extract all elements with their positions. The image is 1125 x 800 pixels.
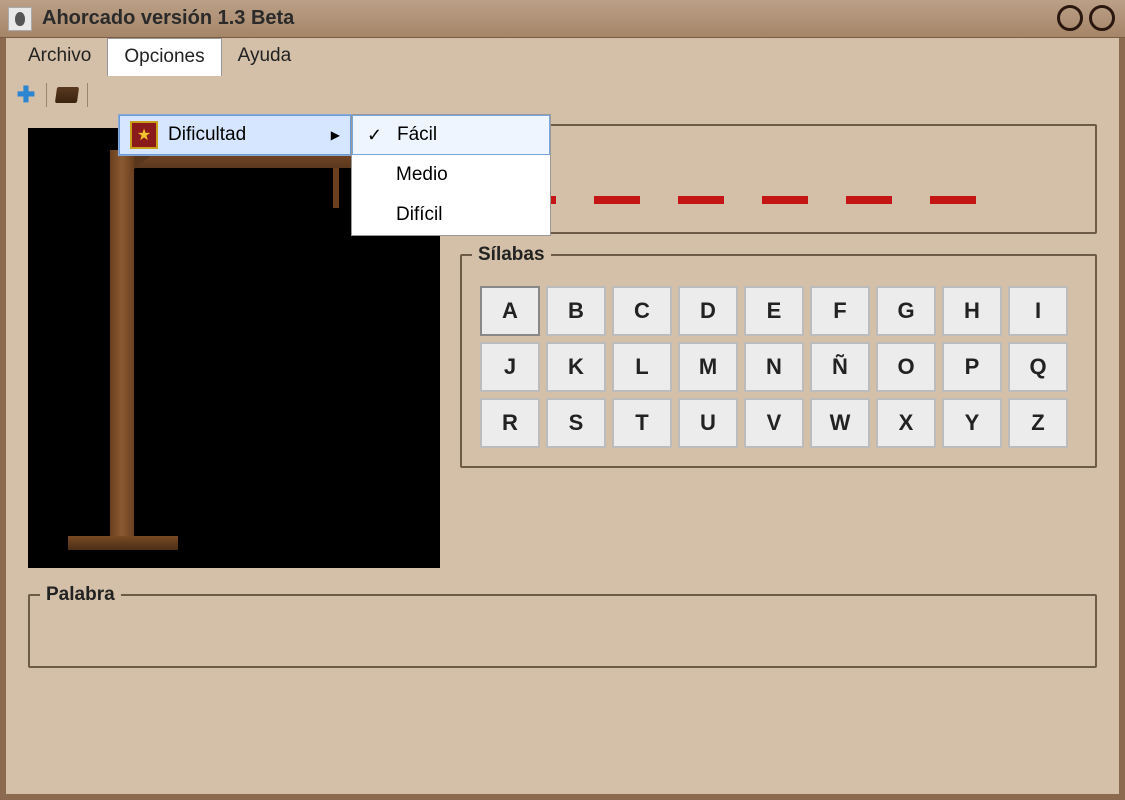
add-icon[interactable]: ✚ bbox=[14, 83, 38, 107]
book-icon[interactable] bbox=[55, 83, 79, 107]
palabra-group: Palabra bbox=[28, 594, 1097, 668]
word-slot bbox=[846, 196, 892, 204]
letter-button-c[interactable]: C bbox=[612, 286, 672, 336]
letter-button-j[interactable]: J bbox=[480, 342, 540, 392]
menu-archivo[interactable]: Archivo bbox=[12, 38, 107, 76]
letter-button-d[interactable]: D bbox=[678, 286, 738, 336]
letter-button-a[interactable]: A bbox=[480, 286, 540, 336]
word-slots bbox=[480, 156, 1077, 204]
minimize-button[interactable] bbox=[1057, 5, 1083, 31]
letter-grid: ABCDEFGHI JKLMNÑOPQ RSTUVWXYZ bbox=[480, 286, 1077, 448]
letter-button-i[interactable]: I bbox=[1008, 286, 1068, 336]
opciones-dropdown: ★ Dificultad ▶ bbox=[118, 114, 352, 156]
letter-button-n[interactable]: N bbox=[744, 342, 804, 392]
content-area: s Sílabas ABCDEFGHI JKLMNÑOPQ RSTUVWXYZ bbox=[6, 114, 1119, 578]
letter-button-q[interactable]: Q bbox=[1008, 342, 1068, 392]
letter-button-b[interactable]: B bbox=[546, 286, 606, 336]
maximize-button[interactable] bbox=[1089, 5, 1115, 31]
letter-button-m[interactable]: M bbox=[678, 342, 738, 392]
letter-button-o[interactable]: O bbox=[876, 342, 936, 392]
dificultad-label: Dificultad bbox=[168, 124, 246, 146]
difficulty-medio[interactable]: Medio bbox=[352, 155, 550, 195]
difficulty-medio-label: Medio bbox=[396, 164, 448, 186]
word-slot bbox=[930, 196, 976, 204]
window-body: Archivo Opciones Ayuda ✚ ★ Dificultad ▶ … bbox=[0, 38, 1125, 800]
letter-button-w[interactable]: W bbox=[810, 398, 870, 448]
difficulty-facil-label: Fácil bbox=[397, 124, 437, 146]
letter-button-s[interactable]: S bbox=[546, 398, 606, 448]
toolbar: ✚ bbox=[6, 76, 1119, 114]
difficulty-dificil[interactable]: Difícil bbox=[352, 195, 550, 235]
app-icon bbox=[8, 7, 32, 31]
menubar: Archivo Opciones Ayuda bbox=[6, 38, 1119, 76]
word-slot bbox=[594, 196, 640, 204]
window-controls bbox=[1057, 5, 1115, 31]
letter-button-x[interactable]: X bbox=[876, 398, 936, 448]
word-slot bbox=[762, 196, 808, 204]
gallows-pole bbox=[110, 150, 134, 550]
letter-button-p[interactable]: P bbox=[942, 342, 1002, 392]
toolbar-separator bbox=[46, 83, 47, 107]
letter-button-l[interactable]: L bbox=[612, 342, 672, 392]
menu-item-dificultad[interactable]: ★ Dificultad ▶ bbox=[119, 115, 351, 155]
letter-button-h[interactable]: H bbox=[942, 286, 1002, 336]
difficulty-facil[interactable]: ✓ Fácil bbox=[352, 115, 550, 155]
toolbar-separator bbox=[87, 83, 88, 107]
right-column: s Sílabas ABCDEFGHI JKLMNÑOPQ RSTUVWXYZ bbox=[460, 124, 1097, 568]
silabas-group: Sílabas ABCDEFGHIJKLMNÑOPQRSTUVWXYZ bbox=[460, 254, 1097, 468]
letters-group: s bbox=[460, 124, 1097, 234]
word-slot bbox=[678, 196, 724, 204]
gallows-base bbox=[68, 536, 178, 550]
dificultad-submenu: ✓ Fácil Medio Difícil bbox=[351, 114, 551, 236]
letter-button-z[interactable]: Z bbox=[1008, 398, 1068, 448]
window-title: Ahorcado versión 1.3 Beta bbox=[42, 7, 294, 30]
star-icon: ★ bbox=[130, 121, 158, 149]
letter-button-t[interactable]: T bbox=[612, 398, 672, 448]
menu-opciones[interactable]: Opciones bbox=[107, 38, 221, 76]
submenu-arrow-icon: ▶ bbox=[331, 128, 340, 142]
check-icon: ✓ bbox=[367, 125, 382, 146]
letter-button-f[interactable]: F bbox=[810, 286, 870, 336]
menu-ayuda[interactable]: Ayuda bbox=[222, 38, 308, 76]
letter-button-r[interactable]: R bbox=[480, 398, 540, 448]
palabra-group-label: Palabra bbox=[40, 584, 121, 606]
silabas-group-label: Sílabas bbox=[472, 244, 551, 266]
titlebar: Ahorcado versión 1.3 Beta bbox=[0, 0, 1125, 38]
letter-button-y[interactable]: Y bbox=[942, 398, 1002, 448]
letter-button-u[interactable]: U bbox=[678, 398, 738, 448]
gallows-rope bbox=[333, 168, 339, 208]
letter-button-k[interactable]: K bbox=[546, 342, 606, 392]
letter-button-g[interactable]: G bbox=[876, 286, 936, 336]
letter-button-ñ[interactable]: Ñ bbox=[810, 342, 870, 392]
difficulty-dificil-label: Difícil bbox=[396, 204, 442, 226]
letter-button-e[interactable]: E bbox=[744, 286, 804, 336]
letter-button-v[interactable]: V bbox=[744, 398, 804, 448]
